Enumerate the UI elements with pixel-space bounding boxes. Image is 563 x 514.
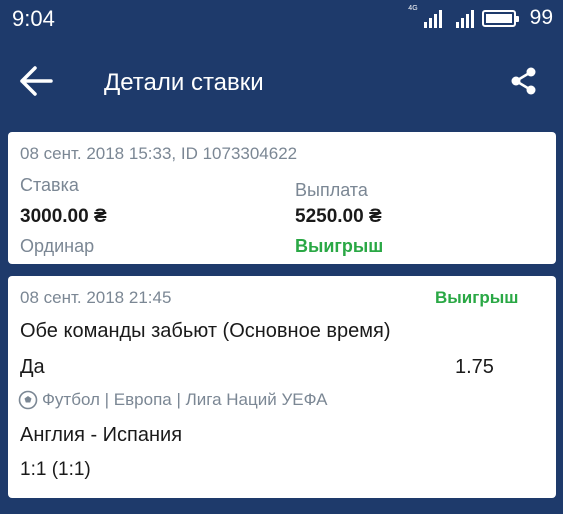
payout-label: Выплата (295, 180, 368, 200)
event-card: 08 сент. 2018 21:45 Выигрыш Обе команды … (8, 276, 556, 498)
page-title: Детали ставки (104, 69, 264, 96)
soccer-ball-icon (18, 390, 38, 410)
status-bar: 9:04 4G 99 (0, 0, 563, 36)
event-score: 1:1 (1:1) (20, 459, 91, 480)
share-button[interactable] (509, 66, 541, 98)
bet-result-badge: Выигрыш (295, 236, 384, 256)
event-odds: 1.75 (455, 356, 494, 378)
status-icons: 4G 99 (408, 4, 553, 30)
signal-icon-2 (455, 8, 474, 28)
share-icon (511, 67, 536, 95)
bet-datetime-id: 08 сент. 2018 15:33, ID 1073304622 (20, 144, 298, 163)
event-datetime: 08 сент. 2018 21:45 (20, 288, 172, 307)
bet-summary-card: 08 сент. 2018 15:33, ID 1073304622 Ставк… (8, 132, 556, 264)
event-league: Футбол | Европа | Лига Наций УЕФА (42, 390, 328, 409)
stake-label: Ставка (20, 175, 79, 195)
event-league-row: Футбол | Европа | Лига Наций УЕФА (18, 390, 327, 410)
payout-value: 5250.00 ₴ (295, 206, 382, 227)
battery-icon (481, 9, 519, 27)
network-type-label: 4G (408, 4, 418, 12)
event-teams: Англия - Испания (20, 424, 183, 446)
event-result-badge: Выигрыш (435, 288, 519, 307)
arrow-left-icon (20, 66, 53, 96)
signal-icon (423, 8, 442, 28)
event-selection: Да (20, 356, 45, 378)
stake-value: 3000.00 ₴ (20, 206, 107, 227)
battery-level: 99 (529, 6, 553, 29)
bet-type: Ординар (20, 236, 95, 256)
status-time: 9:04 (12, 6, 55, 31)
app-bar: Детали ставки (0, 36, 563, 128)
event-market: Обе команды забьют (Основное время) (20, 320, 391, 342)
back-button[interactable] (18, 64, 58, 100)
